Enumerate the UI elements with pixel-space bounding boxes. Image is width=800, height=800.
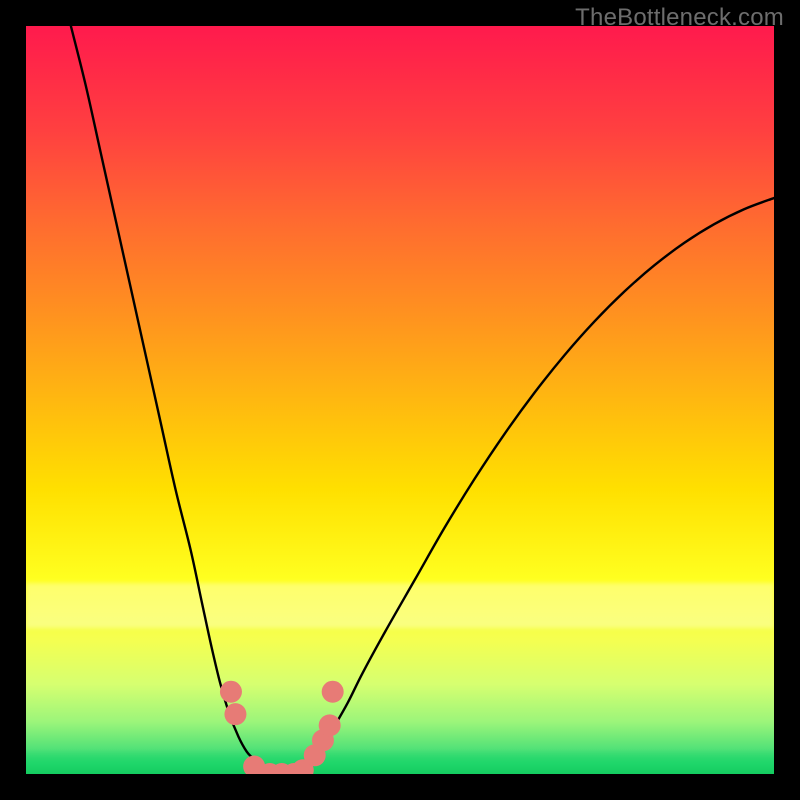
plot-area: [26, 26, 774, 774]
marker-dot: [322, 681, 344, 703]
marker-dot: [224, 703, 246, 725]
curve-right-branch: [303, 198, 774, 774]
watermark-text: TheBottleneck.com: [575, 4, 784, 32]
chart-frame: TheBottleneck.com: [0, 0, 800, 800]
curve-layer: [26, 26, 774, 774]
marker-dot: [319, 714, 341, 736]
curve-left-branch: [71, 26, 262, 774]
marker-dot: [220, 681, 242, 703]
